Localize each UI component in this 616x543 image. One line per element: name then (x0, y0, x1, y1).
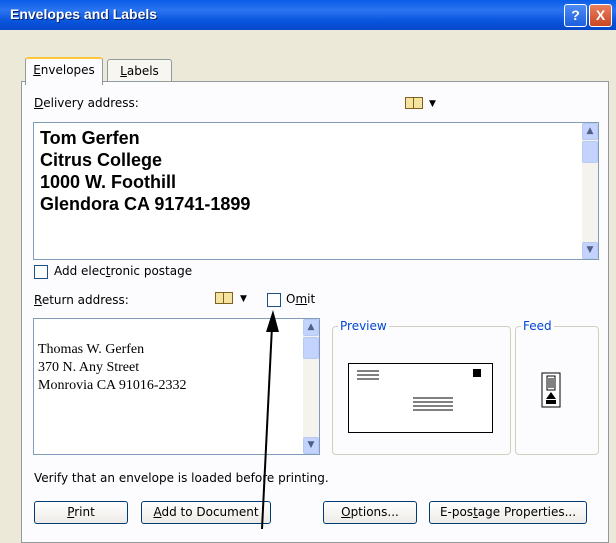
add-electronic-postage-label: Add electronic postage (54, 264, 193, 278)
delivery-address-label: Delivery address: (34, 96, 139, 110)
verify-text: Verify that an envelope is loaded before… (34, 471, 329, 485)
scroll-thumb[interactable] (582, 141, 598, 163)
return-scroll-down-icon[interactable]: ▼ (303, 437, 319, 454)
help-button[interactable]: ? (564, 4, 587, 27)
add-to-document-button[interactable]: Add to Document (141, 501, 271, 524)
return-scrollbar[interactable]: ▲ ▼ (303, 319, 319, 454)
preview-title: Preview (338, 319, 389, 333)
envelope-preview[interactable] (348, 363, 493, 433)
e-postage-properties-button[interactable]: E-postage Properties... (429, 501, 587, 524)
delivery-address-field[interactable]: Tom Gerfen Citrus College 1000 W. Foothi… (33, 122, 599, 260)
window-title: Envelopes and Labels (10, 6, 158, 22)
return-scroll-thumb[interactable] (303, 337, 319, 359)
tab-labels[interactable]: Labels (107, 59, 172, 82)
delivery-address-text: Tom Gerfen Citrus College 1000 W. Foothi… (40, 128, 251, 214)
close-button[interactable]: X (589, 4, 612, 27)
options-button[interactable]: Options... (323, 501, 417, 524)
return-address-book-icon[interactable] (215, 292, 233, 304)
return-address-text: Thomas W. Gerfen 370 N. Any Street Monro… (38, 342, 187, 393)
return-address-label: Return address: (34, 293, 129, 307)
return-chevron-down-icon[interactable]: ▼ (240, 294, 247, 304)
return-scroll-up-icon[interactable]: ▲ (303, 319, 319, 336)
add-electronic-postage-checkbox[interactable] (34, 265, 48, 279)
chevron-down-icon[interactable]: ▼ (429, 99, 436, 109)
scroll-up-icon[interactable]: ▲ (582, 123, 598, 140)
address-book-icon[interactable] (405, 97, 423, 109)
return-address-field[interactable]: Thomas W. Gerfen 370 N. Any Street Monro… (33, 318, 320, 455)
title-bar: Envelopes and Labels ? X (0, 0, 616, 30)
envelope-icon (357, 369, 481, 411)
feed-icon[interactable] (541, 372, 561, 411)
delivery-scrollbar[interactable]: ▲ ▼ (582, 123, 598, 259)
scroll-down-icon[interactable]: ▼ (582, 242, 598, 259)
omit-label: Omit (286, 292, 316, 306)
omit-checkbox[interactable] (267, 293, 281, 307)
feed-title: Feed (521, 319, 554, 333)
tab-envelopes[interactable]: Envelopes (25, 57, 103, 85)
print-button[interactable]: Print (34, 501, 128, 524)
